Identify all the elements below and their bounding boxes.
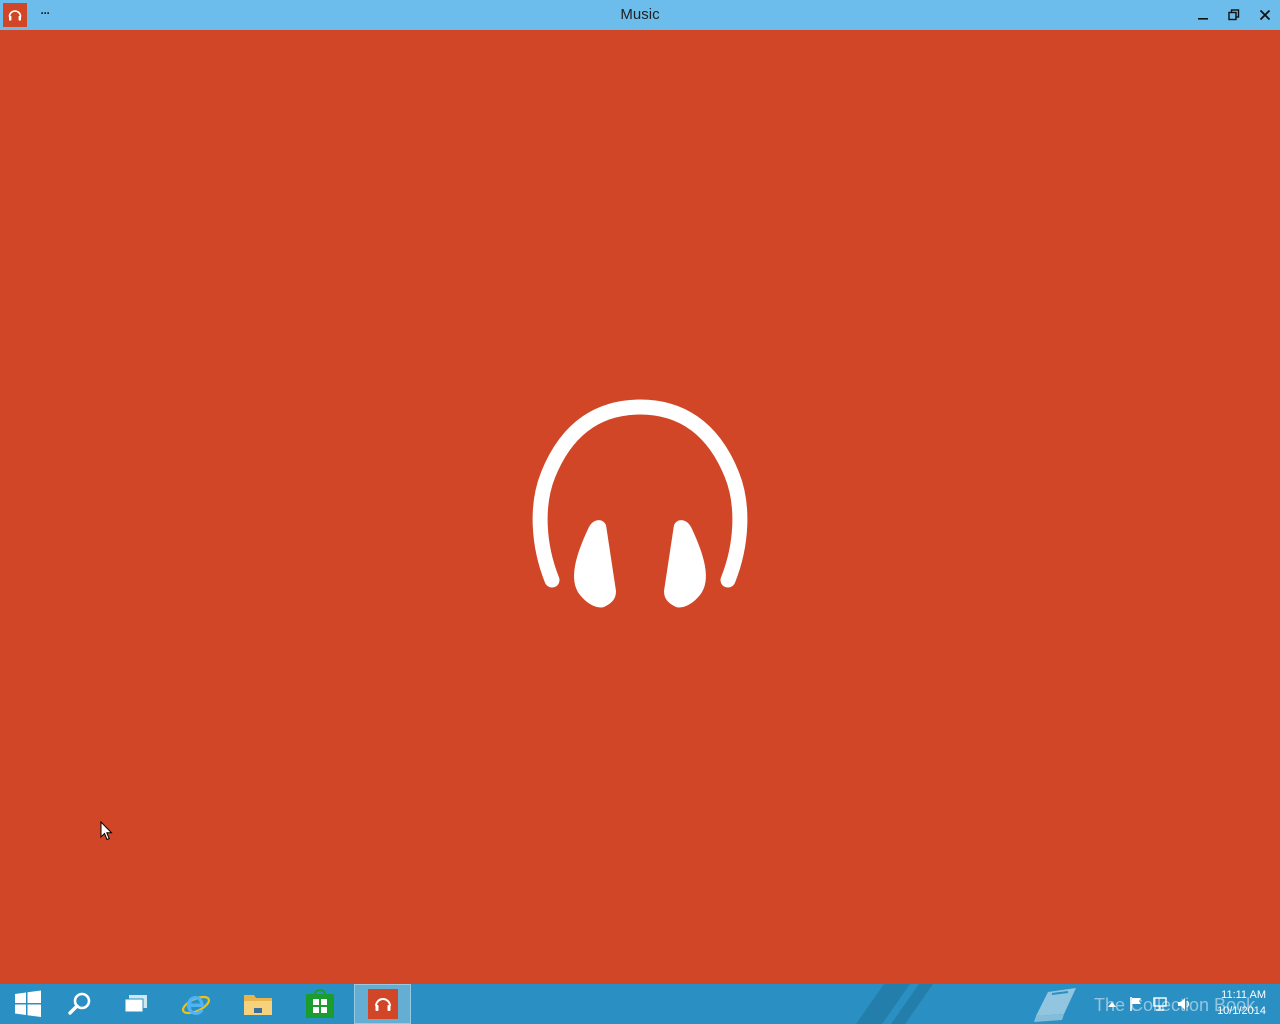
minimize-icon (1198, 18, 1208, 20)
flag-icon (1130, 997, 1141, 1011)
clock-date: 10/1/2014 (1217, 1005, 1266, 1017)
network-button[interactable] (1152, 996, 1168, 1012)
mouse-cursor-icon (100, 821, 113, 841)
music-taskbar-button[interactable] (354, 984, 411, 1024)
close-icon (1259, 9, 1271, 21)
taskbar: The Collection Book 11:11 AM 10/1/2014 (0, 984, 1280, 1024)
clock-time: 11:11 AM (1221, 989, 1266, 1001)
headphones-icon (532, 399, 748, 608)
volume-button[interactable] (1176, 996, 1192, 1012)
restore-icon (1228, 9, 1240, 21)
title-bar[interactable]: ··· Music (0, 0, 1280, 30)
music-app-window: ··· Music The Collection Book 11:11 AM 1… (0, 0, 1280, 1024)
store-bag-icon (306, 989, 334, 1018)
action-center-button[interactable] (1128, 996, 1144, 1012)
search-button[interactable] (52, 984, 108, 1024)
show-hidden-icons-button[interactable] (1104, 996, 1120, 1012)
start-button[interactable] (0, 984, 56, 1024)
minimize-button[interactable] (1188, 0, 1218, 30)
volume-icon (1178, 998, 1190, 1010)
task-view-button[interactable] (108, 984, 164, 1024)
book-icon (1034, 988, 1076, 1022)
close-button[interactable] (1250, 0, 1280, 30)
windows-logo-icon (15, 990, 41, 1017)
window-title: Music (620, 6, 660, 23)
system-tray (1100, 984, 1200, 1024)
file-explorer-button[interactable] (230, 984, 286, 1024)
internet-explorer-icon (181, 995, 211, 1015)
clock[interactable]: 11:11 AM 10/1/2014 (1204, 987, 1266, 1019)
internet-explorer-button[interactable] (168, 984, 224, 1024)
task-view-icon (124, 995, 147, 1013)
restore-button[interactable] (1219, 0, 1249, 30)
more-options-button[interactable]: ··· (36, 4, 54, 24)
search-icon (68, 992, 91, 1015)
headphones-icon[interactable] (3, 3, 27, 27)
store-button[interactable] (292, 984, 348, 1024)
chevron-up-icon (1108, 1002, 1116, 1007)
folder-icon (244, 995, 272, 1015)
network-icon (1153, 997, 1167, 1011)
headphones-icon (367, 989, 398, 1019)
